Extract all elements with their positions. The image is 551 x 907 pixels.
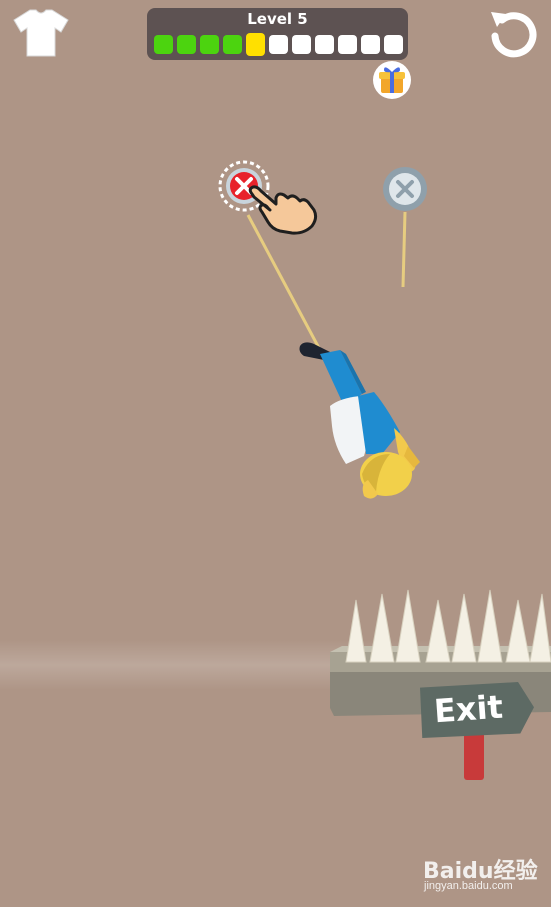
pin-cross-icon [383, 167, 427, 211]
hanging-character [290, 336, 440, 516]
exit-sign: Exit [418, 678, 536, 788]
watermark-url: jingyan.baidu.com [424, 880, 513, 892]
exit-label: Exit [432, 687, 505, 731]
exit-sign-post [464, 730, 484, 780]
rope-right [401, 211, 407, 288]
pin-right[interactable] [381, 165, 433, 217]
game-scene: Level 5 Exit Baidu经验 jingyan.baidu.com [0, 0, 551, 907]
tap-hand-icon [246, 180, 320, 238]
